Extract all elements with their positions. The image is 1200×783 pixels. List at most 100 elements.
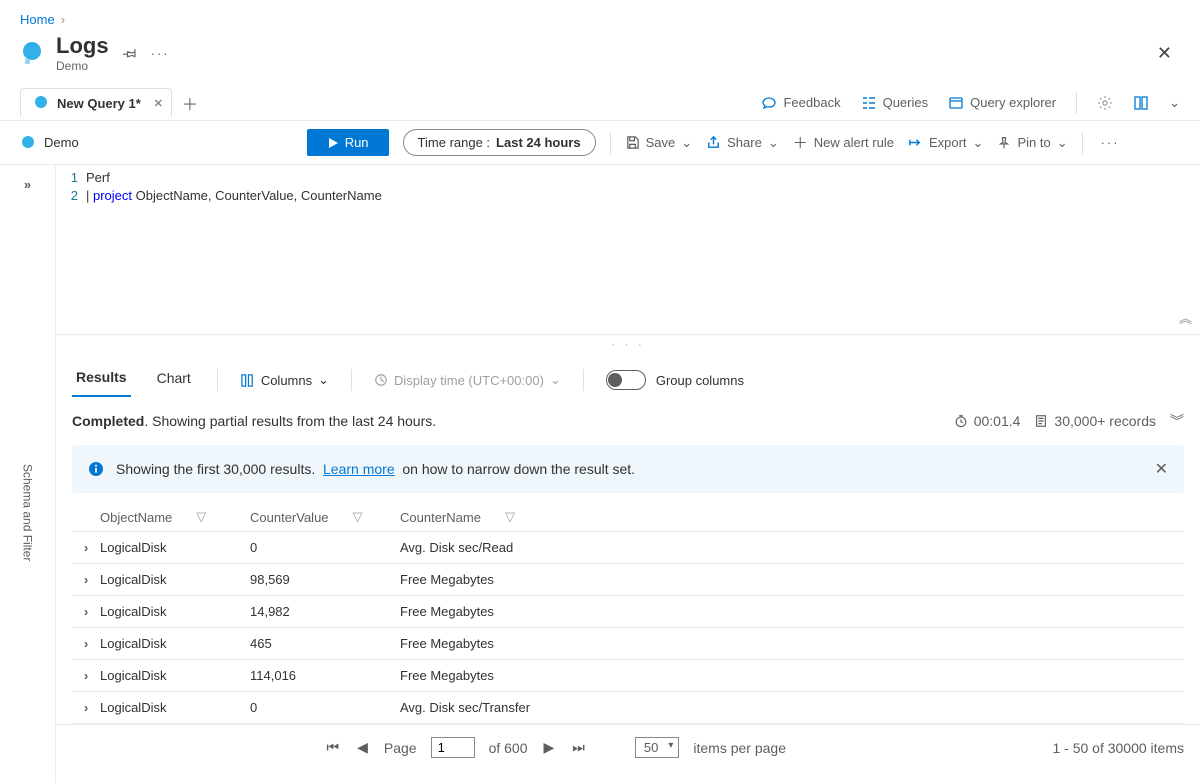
table-row[interactable]: ›LogicalDisk0Avg. Disk sec/Transfer <box>72 692 1184 724</box>
cell-countername: Free Megabytes <box>400 604 1184 619</box>
pager-page-input[interactable] <box>431 737 475 758</box>
page-header: Logs Demo ··· ✕ <box>0 33 1200 85</box>
info-banner: Showing the first 30,000 results. Learn … <box>72 445 1184 493</box>
tab-close-icon[interactable]: ✕ <box>154 97 163 110</box>
filter-icon[interactable]: ▽ <box>353 509 363 525</box>
editor-code[interactable]: Perf | project ObjectName, CounterValue,… <box>86 169 1200 330</box>
time-range-picker[interactable]: Time range : Last 24 hours <box>403 129 596 156</box>
cell-countername: Avg. Disk sec/Read <box>400 540 1184 555</box>
feedback-button[interactable]: Feedback <box>761 95 840 111</box>
cell-countername: Avg. Disk sec/Transfer <box>400 700 1184 715</box>
cell-countervalue: 114,016 <box>250 668 400 683</box>
workspace-picker[interactable]: Demo <box>20 135 79 151</box>
chevron-collapse-icon[interactable]: ︾ <box>1170 411 1184 431</box>
results-toolbar: Results Chart Columns⌄ Display time (UTC… <box>56 353 1200 397</box>
expand-row-icon[interactable]: › <box>72 572 100 587</box>
cell-countername: Free Megabytes <box>400 572 1184 587</box>
chevron-down-icon[interactable]: ⌄ <box>1169 95 1180 111</box>
run-button[interactable]: Run <box>307 129 389 156</box>
column-header-objectname[interactable]: ObjectName ▽ <box>100 509 250 525</box>
cell-objectname: LogicalDisk <box>100 636 250 651</box>
column-header-countervalue[interactable]: CounterValue ▽ <box>250 509 400 525</box>
breadcrumb: Home › <box>0 0 1200 33</box>
display-time-button: Display time (UTC+00:00)⌄ <box>374 372 561 388</box>
editor-gutter: 12 <box>56 169 86 330</box>
pager-per-page-select[interactable]: 50 <box>635 737 679 758</box>
columns-button[interactable]: Columns⌄ <box>240 372 329 388</box>
export-button[interactable]: Export⌄ <box>908 135 983 151</box>
record-count: 30,000+ records <box>1034 413 1156 429</box>
page-subtitle: Demo <box>56 59 109 73</box>
table-row[interactable]: ›LogicalDisk465Free Megabytes <box>72 628 1184 660</box>
cell-countervalue: 0 <box>250 700 400 715</box>
gear-icon[interactable] <box>1097 95 1113 111</box>
more-icon[interactable]: ··· <box>147 46 174 61</box>
new-alert-button[interactable]: ＋ New alert rule <box>793 132 894 153</box>
save-button[interactable]: Save⌄ <box>625 135 693 151</box>
query-editor[interactable]: 12 Perf | project ObjectName, CounterVal… <box>56 165 1200 335</box>
expand-editor-icon[interactable]: ︽ <box>1179 310 1192 328</box>
tab-chart[interactable]: Chart <box>153 364 195 396</box>
pager-of-label: of 600 <box>489 740 528 756</box>
table-row[interactable]: ›LogicalDisk14,982Free Megabytes <box>72 596 1184 628</box>
banner-close-icon[interactable]: ✕ <box>1155 459 1168 479</box>
cell-countervalue: 465 <box>250 636 400 651</box>
pager-per-page-label: items per page <box>693 740 786 756</box>
pin-icon[interactable] <box>123 46 137 60</box>
close-button[interactable]: ✕ <box>1149 39 1180 68</box>
expand-rail-icon[interactable]: » <box>24 165 31 204</box>
group-columns-toggle[interactable] <box>606 370 646 390</box>
side-rail: » Schema and Filter <box>0 165 56 783</box>
filter-icon[interactable]: ▽ <box>505 509 515 525</box>
panel-icon[interactable] <box>1133 95 1149 111</box>
learn-more-link[interactable]: Learn more <box>323 461 395 477</box>
side-rail-label: Schema and Filter <box>21 464 35 561</box>
share-button[interactable]: Share⌄ <box>706 135 779 151</box>
group-columns-label: Group columns <box>656 373 744 388</box>
expand-row-icon[interactable]: › <box>72 604 100 619</box>
toolbar-more-icon[interactable]: ··· <box>1097 135 1124 150</box>
expand-row-icon[interactable]: › <box>72 540 100 555</box>
expand-row-icon[interactable]: › <box>72 636 100 651</box>
query-tab-1[interactable]: New Query 1* ✕ <box>20 88 172 117</box>
pager-next-icon[interactable]: ▶ <box>542 739 557 756</box>
query-toolbar: Demo Run Time range : Last 24 hours Save… <box>0 121 1200 165</box>
cell-countername: Free Megabytes <box>400 636 1184 651</box>
cell-countername: Free Megabytes <box>400 668 1184 683</box>
splitter-handle[interactable]: · · · <box>56 335 1200 353</box>
pin-to-button[interactable]: Pin to⌄ <box>997 135 1067 151</box>
query-tab-label: New Query 1* <box>57 96 141 111</box>
cell-objectname: LogicalDisk <box>100 540 250 555</box>
status-row: Completed. Showing partial results from … <box>56 397 1200 445</box>
breadcrumb-home[interactable]: Home <box>20 12 55 27</box>
pager-prev-icon[interactable]: ◀ <box>355 739 370 756</box>
info-icon <box>88 461 104 477</box>
cell-countervalue: 98,569 <box>250 572 400 587</box>
cell-countervalue: 14,982 <box>250 604 400 619</box>
expand-row-icon[interactable]: › <box>72 668 100 683</box>
cell-objectname: LogicalDisk <box>100 700 250 715</box>
page-title: Logs <box>56 33 109 59</box>
cell-countervalue: 0 <box>250 540 400 555</box>
expand-row-icon[interactable]: › <box>72 700 100 715</box>
cell-objectname: LogicalDisk <box>100 572 250 587</box>
new-tab-button[interactable]: ＋ <box>182 91 198 115</box>
tab-results[interactable]: Results <box>72 363 131 397</box>
grid-header: ObjectName ▽ CounterValue ▽ CounterName … <box>72 503 1184 532</box>
logs-icon <box>20 41 44 65</box>
filter-icon[interactable]: ▽ <box>196 509 206 525</box>
queries-button[interactable]: Queries <box>861 95 929 111</box>
query-explorer-button[interactable]: Query explorer <box>948 95 1056 111</box>
cell-objectname: LogicalDisk <box>100 604 250 619</box>
cell-objectname: LogicalDisk <box>100 668 250 683</box>
pager-first-icon[interactable]: ⏮ <box>324 739 341 756</box>
column-header-countername[interactable]: CounterName ▽ <box>400 509 1184 525</box>
table-row[interactable]: ›LogicalDisk114,016Free Megabytes <box>72 660 1184 692</box>
pager-page-label: Page <box>384 740 417 756</box>
workspace-icon <box>33 95 49 111</box>
table-row[interactable]: ›LogicalDisk98,569Free Megabytes <box>72 564 1184 596</box>
table-row[interactable]: ›LogicalDisk0Avg. Disk sec/Read <box>72 532 1184 564</box>
query-tabstrip: New Query 1* ✕ ＋ Feedback Queries Query … <box>0 85 1200 121</box>
pager: ⏮ ◀ Page of 600 ▶ ⏭ 50 items per page 1 … <box>56 724 1200 770</box>
pager-last-icon[interactable]: ⏭ <box>570 739 587 756</box>
